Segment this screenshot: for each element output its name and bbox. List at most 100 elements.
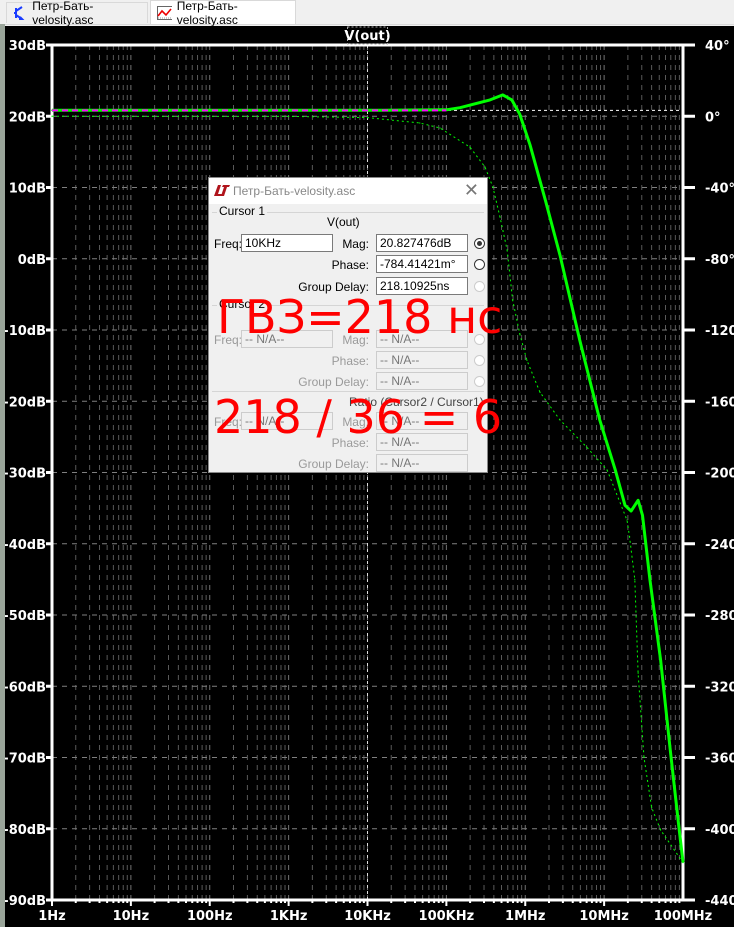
magnitude-point <box>511 99 513 101</box>
y-left-tick-label: 20dB <box>9 110 46 125</box>
y-left-tick-label: 0dB <box>18 253 46 268</box>
y-right-tick-label: -160° <box>705 395 734 410</box>
ratio-gd-label: Group Delay: <box>298 457 369 471</box>
y-left-tick-label: -40dB <box>5 538 46 553</box>
y-right-tick-label: -40° <box>705 182 734 197</box>
phase-point <box>512 299 514 301</box>
tab-waveform[interactable]: Петр-Бать-velosity.asc <box>150 0 296 27</box>
waveform-plot-pane[interactable]: 30dB 20dB 10dB 0dB -10dB -20dB -30dB -40dB -50dB… <box>5 26 734 927</box>
magnitude-point <box>669 749 672 752</box>
magnitude-point <box>529 143 531 146</box>
phase-point <box>492 186 494 188</box>
cursor2-phase-value: -- N/A-- <box>376 351 468 369</box>
y-left-tick-label: 10dB <box>9 182 46 197</box>
y-right-tick-label: -400° <box>705 823 734 838</box>
phase-point <box>288 115 290 118</box>
y-right-tick-label: -320° <box>705 680 734 695</box>
phase-point <box>506 249 508 251</box>
phase-point <box>559 419 561 421</box>
phase-point <box>682 861 684 864</box>
cursor2-phase-label: Phase: <box>331 354 369 368</box>
y-left-tick-label: -30dB <box>5 467 46 482</box>
cursor2-gd-label: Group Delay: <box>298 375 369 389</box>
magnitude-point <box>518 113 521 115</box>
magnitude-point <box>630 510 632 512</box>
close-icon[interactable]: ✕ <box>464 180 479 201</box>
x-tick-label: 1Hz <box>38 909 66 924</box>
schematic-transistor-icon <box>14 6 25 20</box>
phase-point <box>634 578 636 580</box>
cursor1-mag-value[interactable]: 20.827476dB <box>376 234 468 252</box>
magnitude-point <box>659 659 662 661</box>
cursor1-phase-radio[interactable] <box>474 259 485 270</box>
magnitude-point <box>637 499 639 502</box>
waveform-plot-icon <box>157 5 172 20</box>
cursor2-gd-radio[interactable] <box>474 376 485 387</box>
y-left-tick-label: -90dB <box>5 894 46 909</box>
x-tick-label: 100MHz <box>654 909 713 924</box>
magnitude-point <box>641 514 644 517</box>
phase-point <box>499 216 501 218</box>
x-tick-label: 1MHz <box>505 909 545 924</box>
phase-point <box>606 469 608 471</box>
cursor1-freq-label: Freq: <box>214 237 243 251</box>
y-left-tick-label: -10dB <box>5 324 46 339</box>
phase-point <box>366 117 369 119</box>
bode-plot[interactable]: 30dB 20dB 10dB 0dB -10dB -20dB -30dB -40dB -50dB… <box>5 26 734 927</box>
cursor1-mag-label: Mag: <box>342 237 369 251</box>
cursor1-mag-radio[interactable] <box>474 238 485 249</box>
magnitude-point <box>614 468 616 471</box>
phase-point <box>519 332 521 335</box>
ratio-gd-value: -- N/A-- <box>376 454 468 472</box>
y-right-tick-label: -440° <box>705 894 734 909</box>
tab-schematic[interactable]: Петр-Бать-velosity.asc <box>6 0 148 27</box>
phase-point <box>526 359 528 361</box>
dialog-titlebar[interactable]: Петр-Бать-velosity.asc ✕ <box>209 178 487 204</box>
y-right-tick-label: -360° <box>705 752 734 767</box>
magnitude-point <box>559 254 561 256</box>
magnitude-point <box>459 106 461 109</box>
y-right-tick-label: 40° <box>705 39 730 54</box>
annotation-group-delay: ГВЗ=218 нс <box>217 290 503 344</box>
magnitude-point <box>502 94 504 96</box>
dialog-title: Петр-Бать-velosity.asc <box>233 184 356 198</box>
y-left-tick-label: -80dB <box>5 823 46 838</box>
cursor1-freq-input[interactable]: 10KHz <box>241 234 333 252</box>
magnitude-point <box>677 820 680 822</box>
y-right-tick-label: -240° <box>705 538 734 553</box>
cursor1-trace-label: V(out) <box>327 215 360 229</box>
cursor1-group-label: Cursor 1 <box>217 204 268 218</box>
x-tick-label: 1KHz <box>270 909 308 924</box>
x-tick-label: 10KHz <box>344 909 391 924</box>
y-right-tick-label: -280° <box>705 609 734 624</box>
magnitude-point <box>598 418 601 421</box>
magnitude-point <box>544 199 547 202</box>
phase-point <box>637 672 639 674</box>
y-left-tick-label: -20dB <box>5 395 46 410</box>
phase-point <box>51 115 53 117</box>
magnitude-point <box>624 504 626 507</box>
x-tick-label: 100Hz <box>187 909 233 924</box>
phase-point <box>539 391 541 393</box>
x-tick-label: 100KHz <box>419 909 475 924</box>
cursor2-gd-value: -- N/A-- <box>376 372 468 390</box>
y-right-tick-label: -120° <box>705 324 734 339</box>
magnitude-point <box>578 339 581 341</box>
phase-point <box>484 166 486 168</box>
phase-point <box>659 829 662 831</box>
y-right-tick-label: -200° <box>705 467 734 482</box>
magnitude-point <box>649 578 651 581</box>
cursor1-phase-label: Phase: <box>331 258 369 272</box>
trace-label-vout[interactable]: V(out) <box>344 29 390 44</box>
phase-point <box>628 536 631 538</box>
y-left-tick-label: -60dB <box>5 680 46 695</box>
y-left-tick-label: -70dB <box>5 752 46 767</box>
phase-point <box>643 756 645 759</box>
tab-label: Петр-Бать-velosity.asc <box>32 0 94 27</box>
phase-point <box>469 146 471 148</box>
cursor2-phase-radio[interactable] <box>474 355 485 366</box>
magnitude-point <box>287 109 290 112</box>
cursor1-phase-value[interactable]: -784.41421m° <box>376 255 468 273</box>
phase-point <box>419 122 421 124</box>
phase-point <box>651 806 653 808</box>
